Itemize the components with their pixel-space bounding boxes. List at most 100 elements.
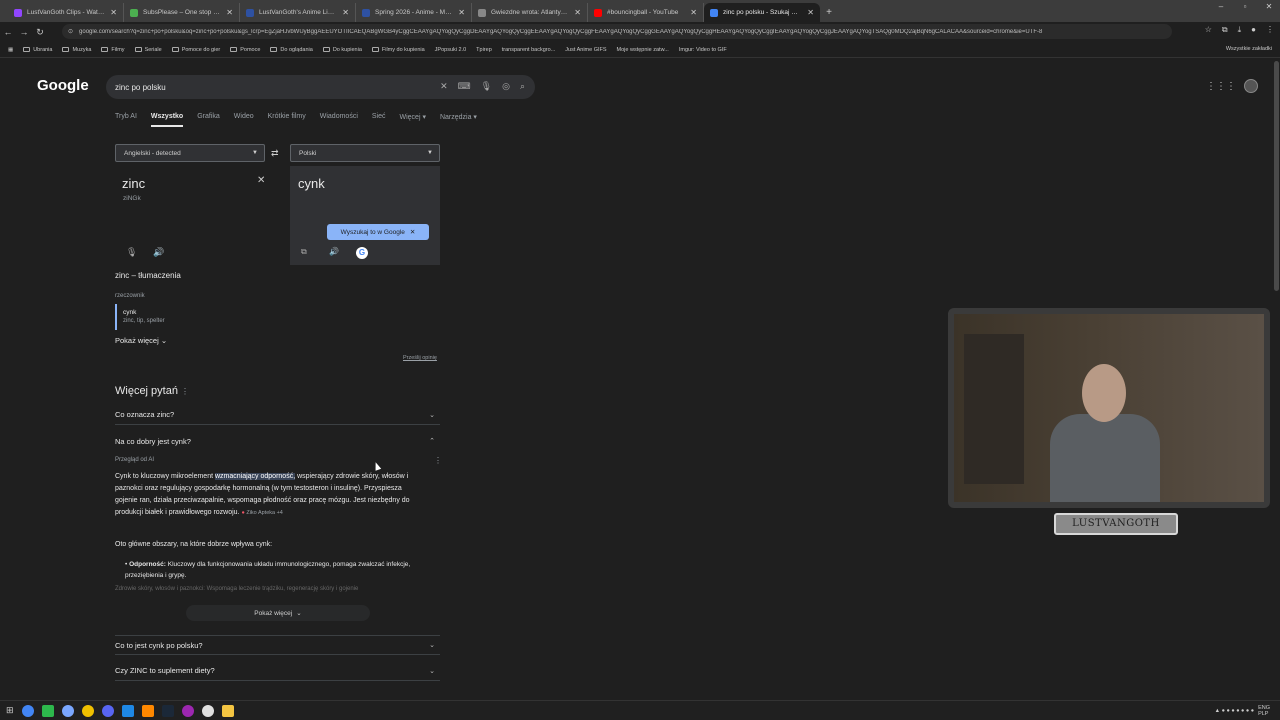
browser-tab[interactable]: SubsPlease – One stop shop fo ✕ [124,3,240,22]
tab-short-videos[interactable]: Krótkie filmy [268,113,306,127]
vlc-icon[interactable] [141,704,154,717]
bookmark-folder[interactable]: Filmy do kupienia [371,47,425,53]
google-logo[interactable]: Google [37,77,89,94]
tab-ai-mode[interactable]: Tryb AI [115,113,137,127]
question-row-expanded[interactable]: Na co dobry jest cynk? ⌃ [115,431,440,451]
reload-icon[interactable]: ↻ [32,27,48,38]
google-apps-icon[interactable]: ⋮⋮⋮ [1206,81,1236,92]
url-bar[interactable]: ⊙ google.com/search?q=zinc+po+polsku&oq=… [62,24,1172,39]
question-row[interactable]: Co to jest cynk po polsku? ⌄ [115,635,440,655]
bookmark-link[interactable]: transparent backgro... [502,47,556,53]
search-query[interactable]: zinc po polsku [115,83,166,92]
menu-icon[interactable]: ⋮ [1266,25,1274,35]
apps-grid-icon[interactable]: ▦ [8,47,13,53]
bookmark-folder[interactable]: Do kupienia [322,47,362,53]
question-row[interactable]: Co oznacza zinc? ⌄ [115,405,440,425]
close-tooltip-icon[interactable]: ✕ [410,228,415,236]
more-options-icon[interactable]: ⋮ [434,456,442,465]
tab-videos[interactable]: Wideo [234,113,254,127]
profile-icon[interactable]: ● [1251,25,1256,35]
extensions-icon[interactable]: ⧉ [1222,25,1228,35]
browser-tab[interactable]: #bouncingball - YouTube ✕ [588,3,704,22]
bookmark-link[interactable]: Imgur: Video to GIF [679,47,727,53]
search-icon[interactable]: ⌕ [520,81,525,92]
close-tab-icon[interactable]: ✕ [690,8,697,17]
browser-tab[interactable]: Spring 2026 - Anime - MyAnim ✕ [356,3,472,22]
browser-app-icon[interactable] [61,704,74,717]
tab-images[interactable]: Grafika [197,113,220,127]
close-tab-icon[interactable]: ✕ [574,8,581,17]
swap-languages-icon[interactable]: ⇄ [271,148,279,159]
tab-news[interactable]: Wiadomości [320,113,358,127]
more-options-icon[interactable]: ⋮ [181,387,189,396]
bookmark-folder[interactable]: Muzyka [62,47,91,53]
bookmark-link[interactable]: Tpirep [476,47,492,53]
app-icon[interactable] [81,704,94,717]
chrome-icon[interactable] [21,704,34,717]
tab-web[interactable]: Sieć [372,113,386,127]
avatar[interactable] [1244,79,1258,93]
close-tab-icon[interactable]: ✕ [807,8,814,17]
browser-tab[interactable]: Gwiezdne wrota: Atlantyda / St ✕ [472,3,588,22]
target-language-select[interactable]: Polski ▼ [290,144,440,162]
show-more-translations[interactable]: Pokaż więcej ⌄ [115,336,167,345]
bookmark-folder[interactable]: Pomoce do gier [171,47,220,53]
clear-source-icon[interactable]: ✕ [257,175,265,186]
bookmark-link[interactable]: Just Anime GIFS [565,47,606,53]
bookmark-folder[interactable]: Do oglądania [270,47,313,53]
bookmark-folder[interactable]: Filmy [101,47,125,53]
speaker-icon[interactable]: 🔊 [153,247,164,258]
bookmark-star-icon[interactable]: ☆ [1205,25,1212,35]
minimize-icon[interactable]: – [1214,2,1228,11]
lens-icon[interactable]: ◎ [502,81,510,92]
microphone-icon[interactable]: 🎙 [126,247,137,258]
speaker-icon[interactable]: 🔊 [329,247,339,256]
forward-icon[interactable]: → [16,27,32,37]
browser-tab[interactable]: LustVanGoth's Anime List - My ✕ [240,3,356,22]
show-more-button[interactable]: Pokaż więcej ⌄ [186,605,370,621]
app-icon[interactable] [201,704,214,717]
search-in-google-tooltip[interactable]: Wyszukaj to w Google ✕ [327,224,429,240]
bookmark-link[interactable]: Moje wstępnie zatw... [617,47,669,53]
browser-tab-active[interactable]: zinc po polsku - Szukaj w Googl ✕ [704,3,820,22]
source-language-select[interactable]: Angielski - detected ▼ [115,144,265,162]
close-tab-icon[interactable]: ✕ [458,8,465,17]
steam-icon[interactable] [161,704,174,717]
close-tab-icon[interactable]: ✕ [110,8,117,17]
tab-tools[interactable]: Narzędzia ▾ [440,113,477,127]
close-window-icon[interactable]: ✕ [1262,2,1276,11]
bookmark-link[interactable]: JPopsuki 2.0 [435,47,467,53]
feedback-link[interactable]: Prześlij opinię [403,355,437,361]
app-icon[interactable] [181,704,194,717]
close-tab-icon[interactable]: ✕ [226,8,233,17]
google-search-icon[interactable]: G [356,247,368,259]
close-tab-icon[interactable]: ✕ [342,8,349,17]
page-scrollbar[interactable] [1274,61,1279,291]
bookmark-folder[interactable]: Ubrania [23,47,52,53]
input-language[interactable]: ENG PLP [1258,705,1270,717]
app-icon[interactable] [121,704,134,717]
all-bookmarks[interactable]: Wszystkie zakładki [1226,46,1272,52]
app-icon[interactable] [41,704,54,717]
question-row[interactable]: Czy ZINC to suplement diety? ⌄ [115,661,440,681]
microphone-icon[interactable]: 🎙 [481,81,492,92]
search-box[interactable]: zinc po polsku ✕ ⌨ 🎙 ◎ ⌕ [106,75,535,99]
keyboard-icon[interactable]: ⌨ [458,81,471,92]
download-icon[interactable]: ⤓ [1238,25,1242,35]
tab-more[interactable]: Więcej ▾ [400,113,426,127]
source-chip[interactable]: ● Ziko Apteka +4 [241,510,282,516]
site-info-icon[interactable]: ⊙ [68,28,73,35]
clear-icon[interactable]: ✕ [440,81,448,92]
source-text[interactable]: zinc [122,176,145,191]
file-explorer-icon[interactable] [221,704,234,717]
tab-all[interactable]: Wszystko [150,113,184,127]
browser-tab[interactable]: LustVanGoth Clips - Watch Live ✕ [8,3,124,22]
copy-icon[interactable]: ⧉ [301,247,307,257]
maximize-icon[interactable]: ▫ [1238,2,1252,11]
back-icon[interactable]: ← [0,27,16,37]
discord-icon[interactable] [101,704,114,717]
tray-icons[interactable]: ▲ ● ● ● ● ● ● ● [1215,708,1254,714]
new-tab-icon[interactable]: + [820,3,838,22]
bookmark-folder[interactable]: Pomoce [230,47,260,53]
windows-start-icon[interactable]: ⊞ [6,705,14,716]
